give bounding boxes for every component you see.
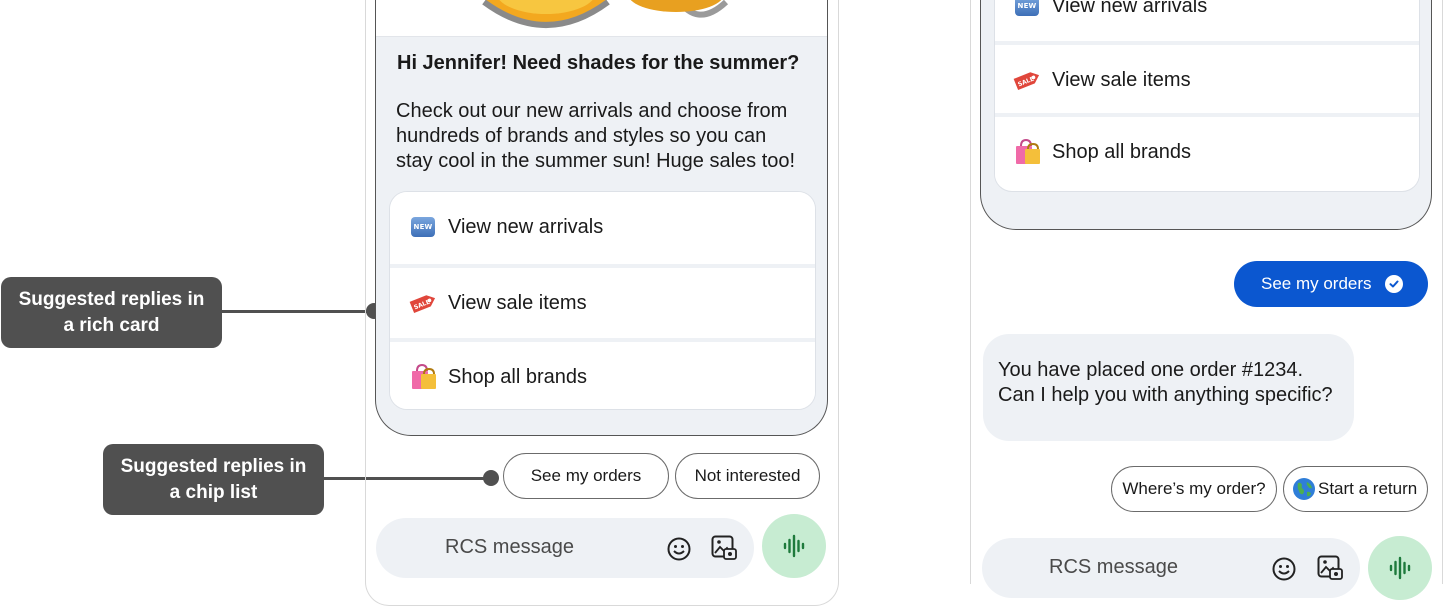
left-compose-bar: RCS message <box>376 518 754 578</box>
right-compose-bar: RCS message <box>982 538 1360 598</box>
reply-shop-all-brands[interactable]: Shop all brands <box>390 342 815 409</box>
callout-rich-card-leader <box>222 310 372 313</box>
incoming-message-bubble: You have placed one order #1234. Can I h… <box>983 334 1354 441</box>
gallery-icon[interactable] <box>710 534 738 567</box>
reply-label: View sale items <box>448 291 587 314</box>
chip-not-interested[interactable]: Not interested <box>675 453 820 499</box>
left-rich-card: Hi Jennifer! Need shades for the summer?… <box>375 0 828 436</box>
reply-shop-all-brands[interactable]: Shop all brands <box>995 117 1419 187</box>
message-input[interactable]: RCS message <box>1049 556 1178 579</box>
chip-label: Start a return <box>1318 479 1418 498</box>
reply-label: View new arrivals <box>1052 0 1208 17</box>
shopping-bags-icon <box>408 363 438 391</box>
chip-label: Not interested <box>694 466 801 485</box>
callout-rich-card: Suggested replies in a rich card <box>1 277 222 348</box>
sale-tag-icon: SALE <box>1012 67 1042 93</box>
card-suggested-replies: NEW View new arrivals SALE View sale ite… <box>389 191 816 410</box>
voice-wave-icon <box>1389 556 1411 580</box>
sent-reply-label: See my orders <box>1261 274 1372 293</box>
reply-view-sale-items[interactable]: SALE View sale items <box>390 268 815 338</box>
callout-chip-list-text: Suggested replies in a chip list <box>120 455 307 503</box>
reply-label: Shop all brands <box>448 365 587 388</box>
new-badge-icon: NEW <box>1012 0 1042 16</box>
incoming-message-text: You have placed one order #1234. Can I h… <box>998 359 1333 406</box>
card-title: Hi Jennifer! Need shades for the summer? <box>397 52 800 74</box>
new-badge-icon: NEW <box>408 217 438 237</box>
reply-label: View sale items <box>1052 68 1191 91</box>
emoji-icon[interactable] <box>1271 556 1297 587</box>
chip-wheres-my-order[interactable]: Where’s my order? <box>1111 466 1277 512</box>
reply-view-sale-items[interactable]: SALE View sale items <box>995 45 1419 115</box>
reply-view-new-arrivals[interactable]: NEW View new arrivals <box>995 0 1419 41</box>
check-circle-icon <box>1385 275 1403 293</box>
voice-wave-icon <box>783 534 805 558</box>
voice-message-button[interactable] <box>1368 536 1432 600</box>
reply-label: View new arrivals <box>448 215 604 238</box>
card-description: Check out our new arrivals and choose fr… <box>396 100 796 172</box>
shopping-bags-icon <box>1012 138 1042 166</box>
emoji-icon[interactable] <box>666 536 692 567</box>
callout-rich-card-text: Suggested replies in a rich card <box>18 288 205 336</box>
sale-tag-icon: SALE <box>408 290 438 316</box>
message-input[interactable]: RCS message <box>445 536 574 559</box>
chip-label: See my orders <box>530 466 642 485</box>
sent-reply-see-my-orders: See my orders <box>1234 261 1428 307</box>
reply-view-new-arrivals[interactable]: NEW View new arrivals <box>390 192 815 262</box>
right-rich-card: NEW View new arrivals SALE View sale ite… <box>980 0 1432 230</box>
gallery-icon[interactable] <box>1316 554 1344 587</box>
voice-message-button[interactable] <box>762 514 826 578</box>
chip-start-a-return[interactable]: Start a return <box>1283 466 1428 512</box>
sunglasses-image <box>482 0 729 28</box>
globe-icon <box>1292 477 1316 501</box>
card-suggested-replies: NEW View new arrivals SALE View sale ite… <box>994 0 1420 192</box>
chip-label: Where’s my order? <box>1122 479 1266 498</box>
chip-see-my-orders[interactable]: See my orders <box>503 453 669 499</box>
card-hero-image <box>376 0 827 37</box>
callout-chip-list: Suggested replies in a chip list <box>103 444 324 515</box>
reply-label: Shop all brands <box>1052 140 1191 163</box>
